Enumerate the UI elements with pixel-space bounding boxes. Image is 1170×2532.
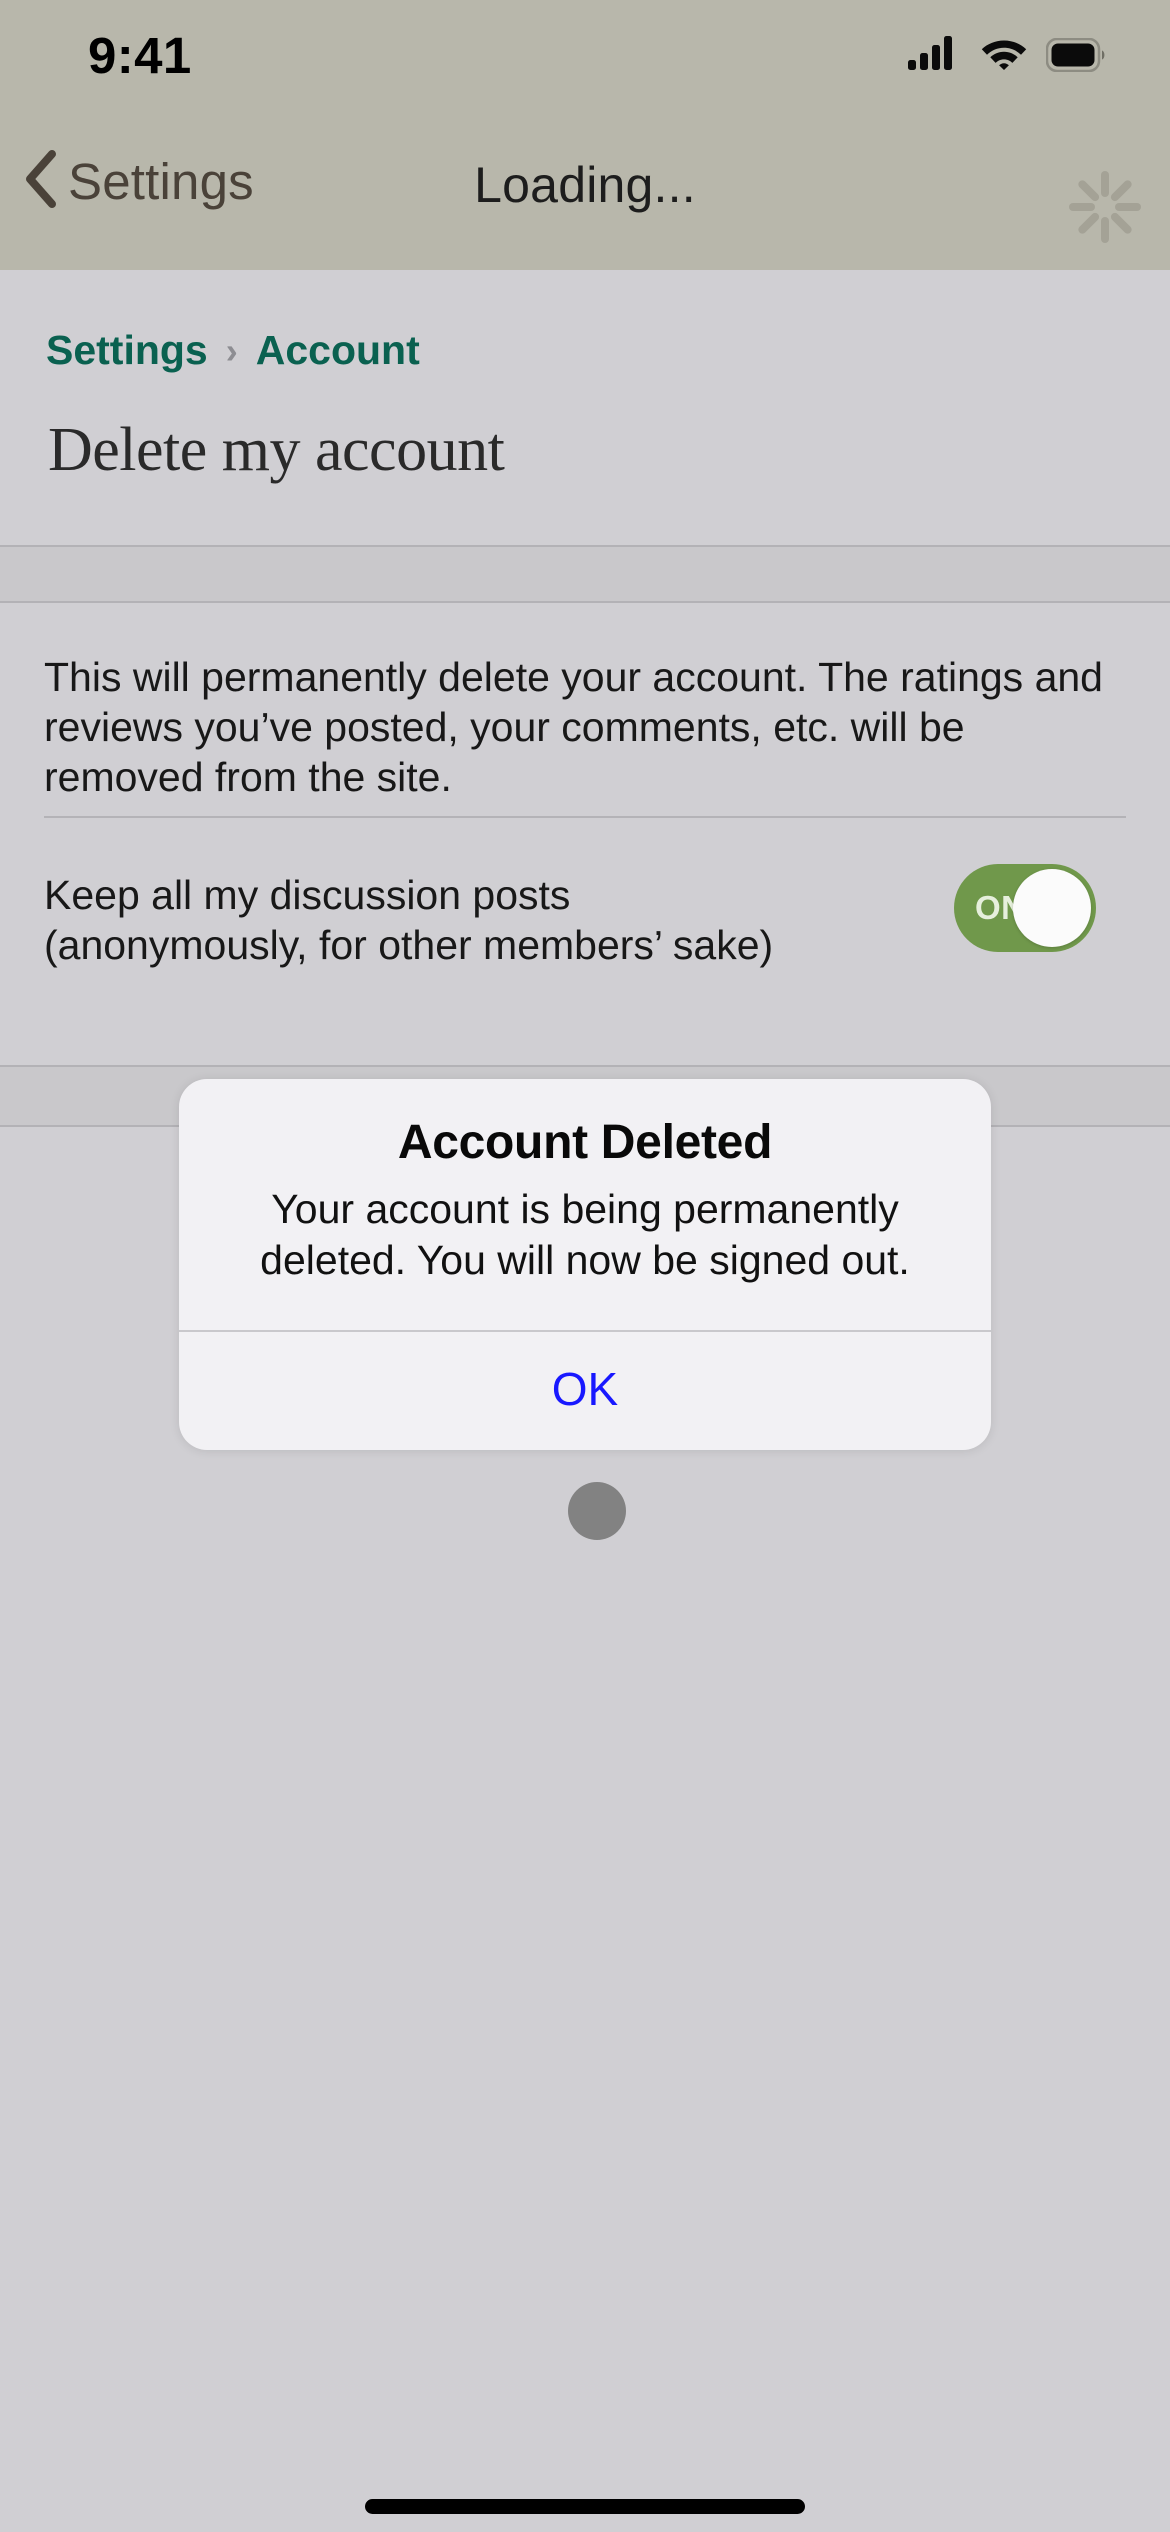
touch-indicator [568,1482,626,1540]
alert-backdrop: Account Deleted Your account is being pe… [0,0,1170,2532]
alert-actions: OK [179,1329,991,1450]
alert-title: Account Deleted [397,1116,773,1169]
home-indicator[interactable] [365,2499,805,2514]
phone-screen: 9:41 Settings Loading... Settings › Acco… [0,0,1170,2532]
account-deleted-alert: Account Deleted Your account is being pe… [179,1079,991,1450]
alert-message: Your account is being permanently delete… [260,1186,910,1283]
alert-ok-button[interactable]: OK [179,1332,991,1450]
alert-body: Account Deleted Your account is being pe… [179,1079,991,1330]
